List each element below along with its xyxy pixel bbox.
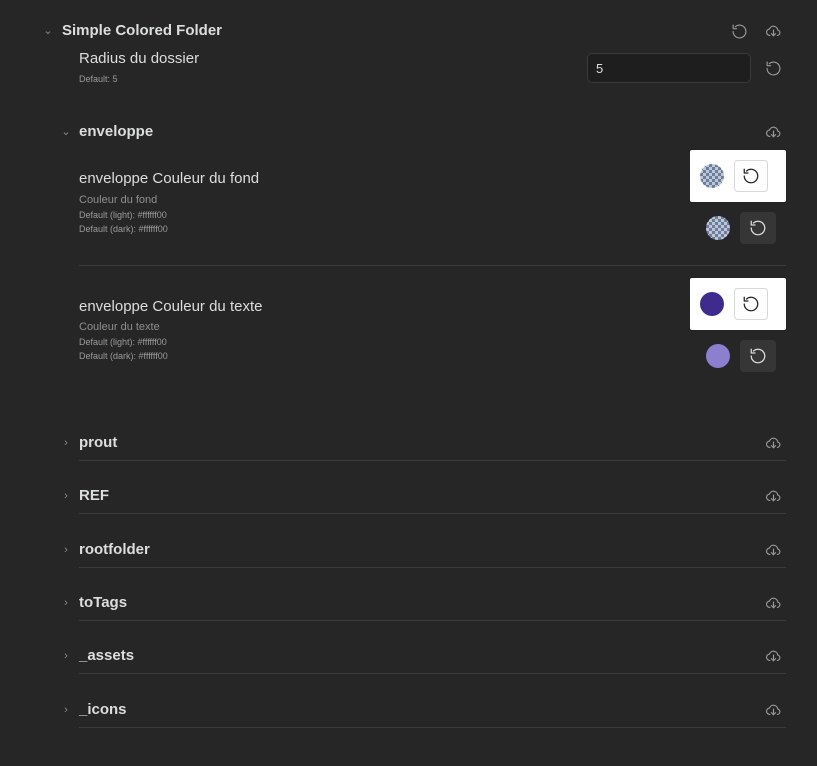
cloud-download-icon[interactable] [762,539,784,561]
radius-setting-name: Radius du dossier [79,50,200,67]
chevron-right-icon[interactable]: › [60,437,72,449]
divider [79,265,786,266]
background-color-setting-name: enveloppe Couleur du fond [79,170,260,187]
cloud-download-icon[interactable] [762,121,784,143]
cloud-download-icon[interactable] [762,592,784,614]
divider [79,620,786,621]
text-color-desc: Couleur du texte [79,321,160,333]
reset-text-dark-button[interactable] [740,340,776,372]
chevron-right-icon[interactable]: › [60,544,72,556]
enveloppe-title: enveloppe [79,123,154,140]
plugin-title: Simple Colored Folder [62,22,223,39]
chevron-right-icon[interactable]: › [60,490,72,502]
chevron-right-icon[interactable]: › [60,650,72,662]
text-default-light: Default (light): #ffffff00 [79,337,167,347]
background-color-desc: Couleur du fond [79,194,158,206]
radius-default-text: Default: 5 [79,74,118,84]
background-default-light: Default (light): #ffffff00 [79,210,167,220]
divider [79,727,786,728]
background-dark-swatch[interactable] [706,216,730,240]
rotate-ccw-icon [743,168,759,184]
divider [79,567,786,568]
cloud-download-icon[interactable] [762,645,784,667]
chevron-down-icon[interactable]: ⌄ [42,25,54,37]
cloud-download-icon[interactable] [762,699,784,721]
divider [79,513,786,514]
background-default-dark: Default (dark): #ffffff00 [79,224,168,234]
folder-title: REF [79,487,109,504]
text-dark-swatch[interactable] [706,344,730,368]
text-color-setting-name: enveloppe Couleur du texte [79,298,263,315]
chevron-down-icon[interactable]: ⌄ [60,126,72,138]
folder-title: prout [79,434,118,451]
reset-background-dark-button[interactable] [740,212,776,244]
text-default-dark: Default (dark): #ffffff00 [79,351,168,361]
rotate-ccw-icon [743,296,759,312]
divider [79,673,786,674]
chevron-right-icon[interactable]: › [60,597,72,609]
folder-title: rootfolder [79,541,150,558]
folder-title: _icons [79,701,127,718]
folder-title: _assets [79,647,135,664]
cloud-download-icon[interactable] [762,20,784,42]
chevron-right-icon[interactable]: › [60,704,72,716]
rotate-ccw-icon[interactable] [762,57,784,79]
rotate-ccw-icon [750,348,766,364]
rotate-ccw-icon [750,220,766,236]
rotate-ccw-icon[interactable] [728,20,750,42]
reset-background-light-button[interactable] [734,160,768,192]
reset-text-light-button[interactable] [734,288,768,320]
divider [79,460,786,461]
background-light-swatch[interactable] [700,164,724,188]
cloud-download-icon[interactable] [762,485,784,507]
text-light-swatch[interactable] [700,292,724,316]
cloud-download-icon[interactable] [762,432,784,454]
radius-input[interactable] [587,53,751,83]
folder-title: toTags [79,594,128,611]
